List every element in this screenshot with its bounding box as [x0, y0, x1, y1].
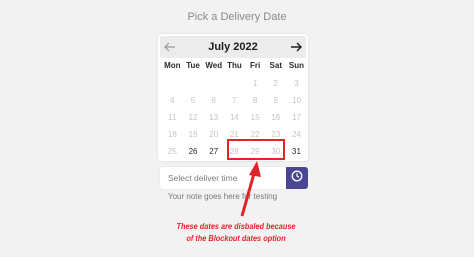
calendar-day: 3 — [294, 79, 299, 88]
calendar-day: 18 — [167, 130, 177, 139]
calendar-day[interactable]: 26 — [183, 146, 204, 158]
delivery-time-field[interactable] — [160, 167, 286, 189]
weekday-label: Sun — [288, 61, 305, 70]
arrow-left-icon[interactable] — [163, 40, 177, 54]
calendar-day: 14 — [229, 113, 239, 122]
annotation-line: of the Blockout dates option — [186, 234, 286, 243]
calendar-day: 11 — [168, 113, 177, 122]
clock-icon — [291, 169, 303, 187]
calendar-week-row: 4 5 6 7 8 9 10 — [162, 95, 307, 107]
calendar-day: 16 — [271, 113, 281, 122]
calendar-day: 17 — [292, 113, 301, 122]
disabled-dates-highlight — [227, 139, 285, 160]
calendar-day[interactable]: 31 — [286, 146, 307, 158]
weekday-label: Thu — [227, 61, 242, 70]
calendar-day[interactable]: 27 — [203, 146, 224, 158]
calendar-day: 1 — [252, 79, 258, 88]
calendar-day: 7 — [232, 96, 237, 105]
calendar-day: 4 — [170, 96, 175, 105]
weekday-label: Tue — [186, 61, 200, 70]
calendar-day: 20 — [209, 130, 219, 139]
page-title: Pick a Delivery Date — [187, 11, 287, 23]
calendar-day: 12 — [188, 113, 198, 122]
calendar-day: 25 — [167, 147, 177, 156]
calendar-day: 24 — [292, 130, 301, 139]
calendar-day: 2 — [273, 79, 278, 88]
month-label: July 2022 — [208, 41, 258, 53]
calendar-day: 19 — [188, 130, 198, 139]
calendar-day: 9 — [273, 96, 278, 105]
weekday-label: Wed — [205, 61, 223, 70]
arrow-right-icon[interactable] — [289, 40, 303, 54]
calendar-day: 15 — [250, 113, 260, 122]
weekday-label: Fri — [249, 61, 261, 70]
weekday-header-row: Mon Tue Wed Thu Fri Sat Sun — [162, 61, 307, 74]
weekday-label: Mon — [164, 61, 181, 70]
annotation-line: These dates are disbaled because — [176, 222, 296, 231]
calendar-day: 5 — [190, 96, 196, 105]
calendar-day: 13 — [209, 113, 219, 122]
calendar-header: July 2022 — [160, 36, 306, 58]
calendar-week-row: 11 12 13 14 15 16 17 — [162, 112, 307, 124]
annotation-text: These dates are disbaled because of the … — [166, 221, 306, 245]
calendar-week-row: 1 2 3 — [162, 78, 307, 90]
calendar-day: 10 — [292, 96, 301, 105]
weekday-label: Sat — [269, 61, 282, 70]
delivery-time-input[interactable] — [160, 167, 286, 189]
delivery-note: Your note goes here for testing — [168, 192, 278, 201]
calendar-day: 6 — [211, 96, 216, 105]
time-picker-button[interactable] — [286, 167, 308, 189]
calendar-day: 8 — [252, 96, 258, 105]
